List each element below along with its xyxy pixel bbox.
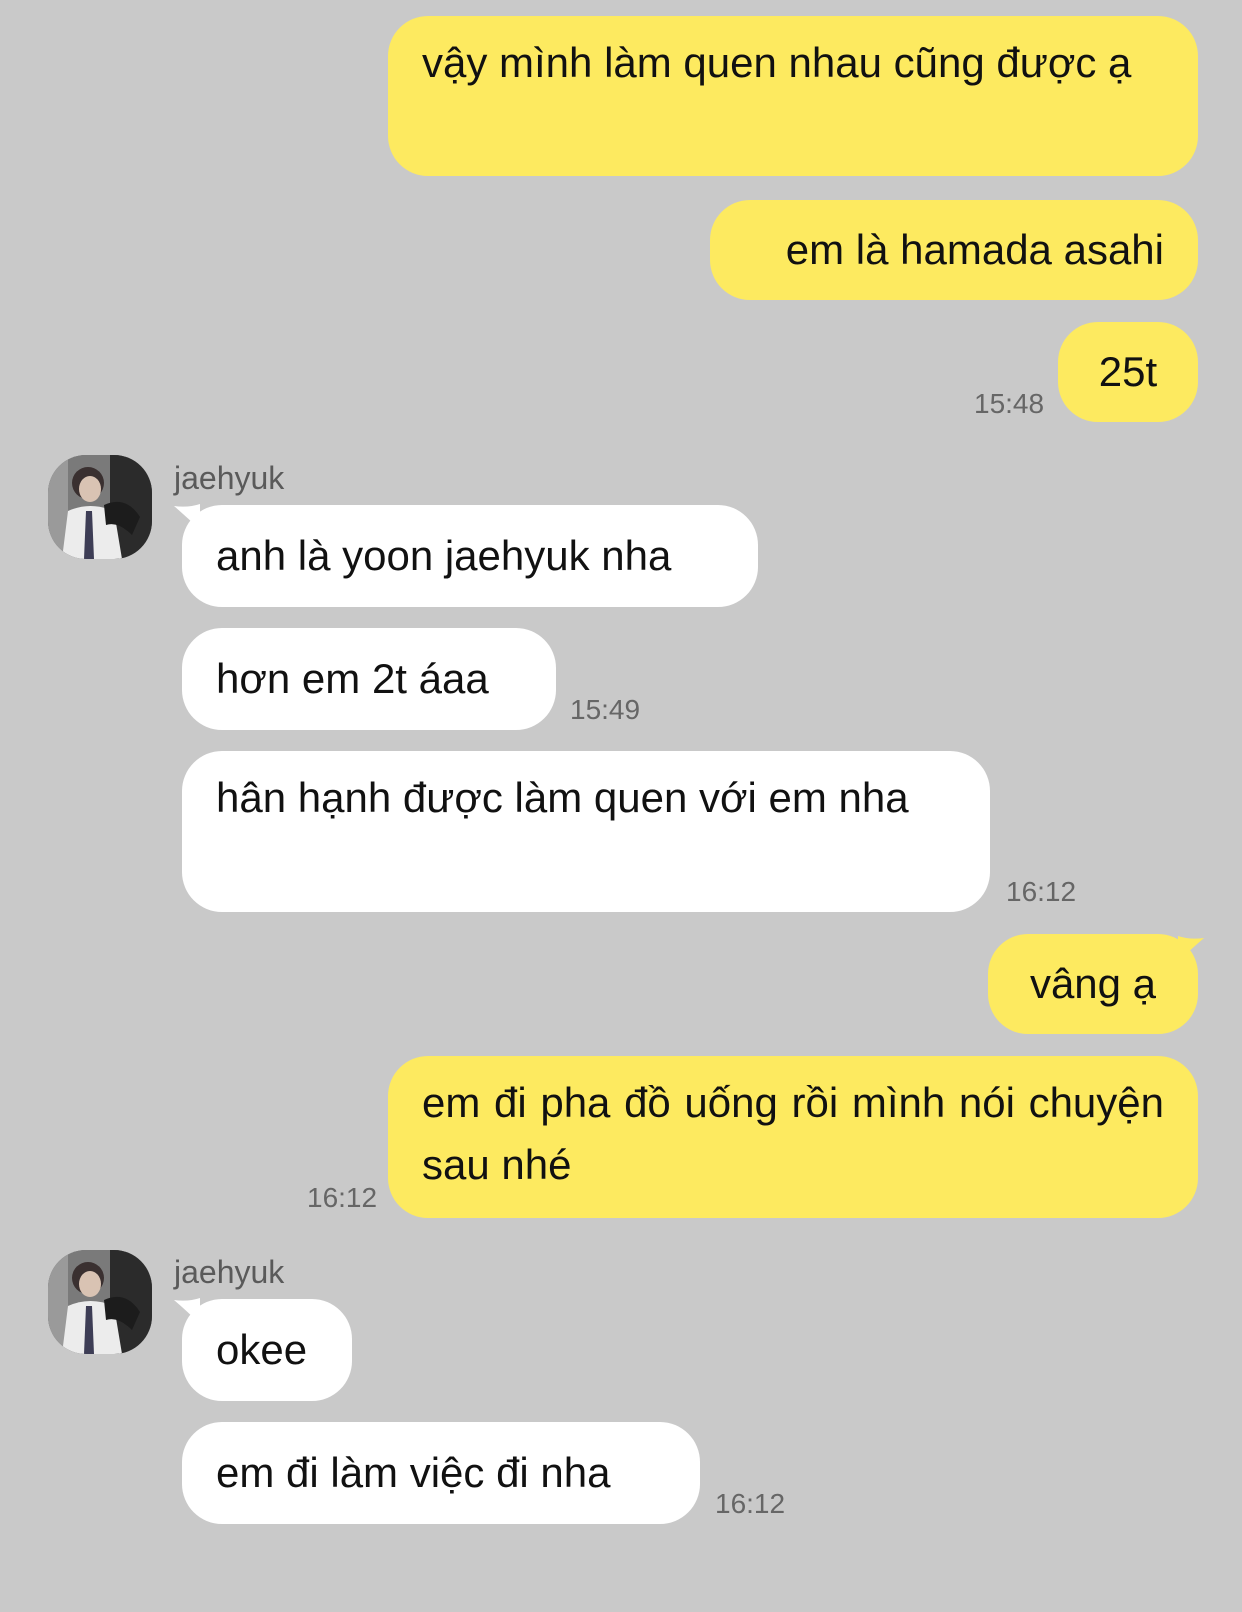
message-timestamp: 16:12 <box>307 1182 378 1213</box>
my-message-bubble[interactable]: em đi pha đồ uống rồi mình nói chuyện sa… <box>388 1056 1198 1218</box>
their-message-bubble[interactable]: em đi làm việc đi nha <box>182 1422 700 1524</box>
their-message-bubble[interactable]: hân hạnh được làm quen với em nha <box>182 751 990 912</box>
message-text: em đi pha đồ uống rồi mình nói chuyện sa… <box>422 1079 1164 1188</box>
message-text: vậy mình làm quen nhau cũng được ạ <box>422 39 1132 86</box>
avatar-photo-icon <box>48 455 152 559</box>
their-message-bubble[interactable]: hơn em 2t áaa <box>182 628 556 730</box>
message-text: anh là yoon jaehyuk nha <box>216 532 672 579</box>
message-timestamp: 16:12 <box>715 1488 786 1519</box>
contact-avatar[interactable] <box>48 1250 152 1354</box>
message-timestamp: 16:12 <box>1006 876 1077 907</box>
chat-thread: vậy mình làm quen nhau cũng được ạ em là… <box>0 0 1242 1612</box>
message-text: hơn em 2t áaa <box>216 655 489 702</box>
message-text: hân hạnh được làm quen với em nha <box>216 774 909 821</box>
message-timestamp: 15:49 <box>570 694 641 725</box>
my-message-bubble[interactable]: em là hamada asahi <box>710 200 1198 300</box>
contact-avatar[interactable] <box>48 455 152 559</box>
my-message-bubble[interactable]: vậy mình làm quen nhau cũng được ạ <box>388 16 1198 176</box>
message-timestamp: 15:48 <box>974 388 1045 419</box>
their-message-bubble[interactable]: anh là yoon jaehyuk nha <box>182 505 758 607</box>
avatar-photo-icon <box>48 1250 152 1354</box>
message-text: em là hamada asahi <box>785 226 1164 273</box>
contact-name: jaehyuk <box>174 1254 285 1290</box>
message-text: vâng ạ <box>1029 960 1157 1007</box>
message-text: okee <box>216 1326 308 1373</box>
my-message-bubble[interactable]: vâng ạ <box>988 934 1198 1034</box>
message-text: 25t <box>1098 348 1158 395</box>
my-message-bubble[interactable]: 25t <box>1058 322 1198 422</box>
contact-name: jaehyuk <box>174 460 285 496</box>
message-text: em đi làm việc đi nha <box>216 1449 611 1496</box>
their-message-bubble[interactable]: okee <box>182 1299 352 1401</box>
